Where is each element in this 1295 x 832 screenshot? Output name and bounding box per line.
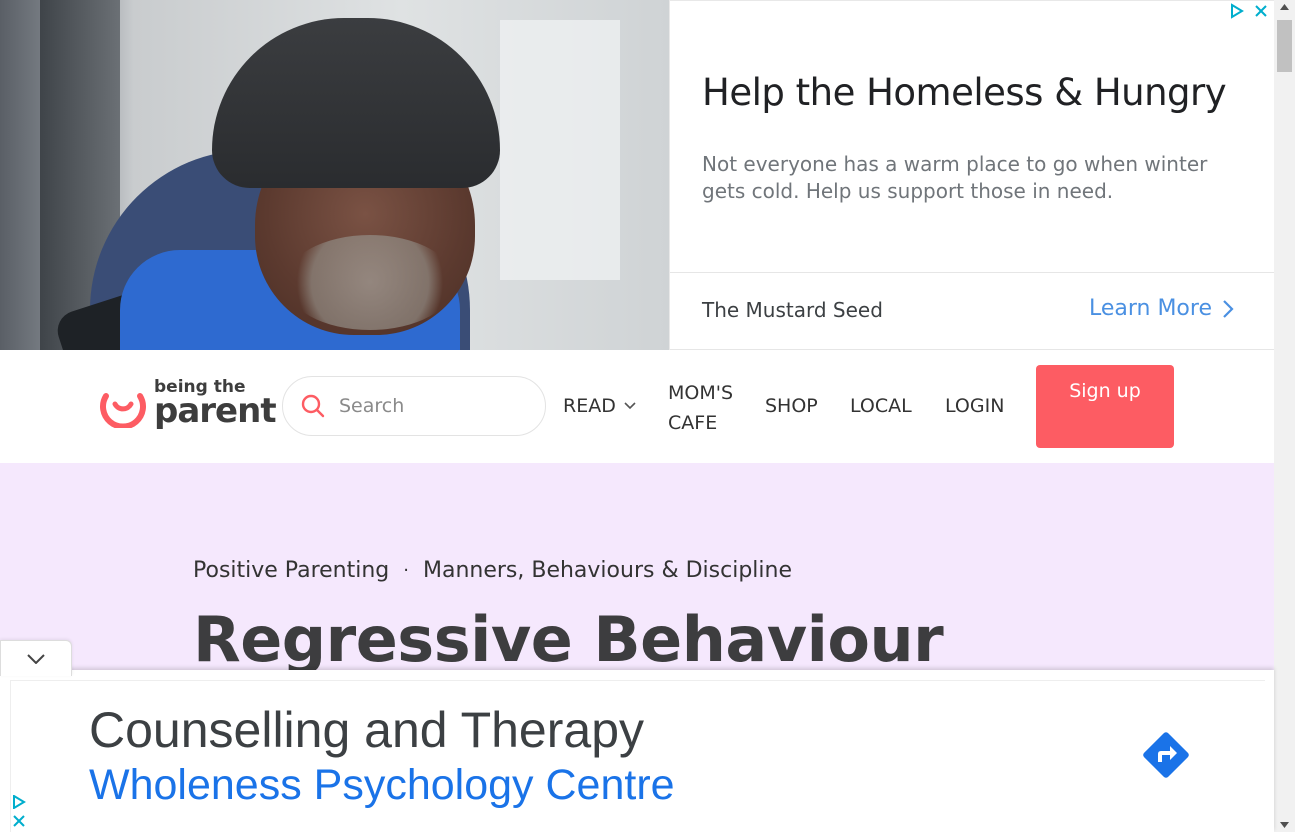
adchoices-icon[interactable] xyxy=(1230,3,1244,19)
nav-read-dropdown[interactable]: READ xyxy=(563,395,636,417)
ad-headline[interactable]: Help the Homeless & Hungry xyxy=(702,71,1227,114)
learn-more-button[interactable]: Learn More xyxy=(1089,296,1234,321)
adchoices-icon[interactable] xyxy=(12,795,26,809)
ad-photo[interactable] xyxy=(0,0,669,350)
nav-shop[interactable]: SHOP xyxy=(765,395,818,417)
bottom-ad-headline[interactable]: Counselling and Therapy xyxy=(89,701,644,759)
ad-photo-background xyxy=(500,20,620,280)
close-icon[interactable] xyxy=(12,814,26,828)
breadcrumb-separator: · xyxy=(403,560,409,581)
nav-login[interactable]: LOGIN xyxy=(945,395,1004,417)
chevron-down-icon xyxy=(624,402,636,410)
bottom-banner-ad[interactable]: Counselling and Therapy Wholeness Psycho… xyxy=(0,670,1274,832)
ad-photo-beard xyxy=(285,235,455,330)
collapse-ad-tab[interactable] xyxy=(0,640,72,676)
site-header: being the parent READ MOM'S CAFE SHOP LO… xyxy=(0,350,1274,463)
logo-text-big: parent xyxy=(154,390,277,431)
nav-moms-cafe[interactable]: MOM'S CAFE xyxy=(668,378,748,438)
ad-divider xyxy=(670,272,1275,273)
site-logo[interactable]: being the parent xyxy=(98,378,277,431)
nav-read-label: READ xyxy=(563,395,616,417)
breadcrumb-item[interactable]: Positive Parenting xyxy=(193,558,389,583)
page-scrollbar[interactable] xyxy=(1274,0,1295,832)
ad-advertiser[interactable]: The Mustard Seed xyxy=(702,298,883,322)
search-input[interactable] xyxy=(339,395,519,417)
chevron-down-icon xyxy=(27,653,45,664)
bottom-ad-content[interactable]: Counselling and Therapy Wholeness Psycho… xyxy=(10,680,1265,832)
ad-photo-beanie xyxy=(212,18,500,188)
search-icon xyxy=(301,394,325,418)
bottom-ad-advertiser-link[interactable]: Wholeness Psychology Centre xyxy=(89,761,675,810)
scroll-up-arrow-icon[interactable] xyxy=(1280,4,1289,10)
search-box[interactable] xyxy=(282,376,546,436)
close-icon[interactable] xyxy=(1254,4,1268,18)
article-hero: Positive Parenting · Manners, Behaviours… xyxy=(0,463,1274,678)
ad-body: Not everyone has a warm place to go when… xyxy=(702,152,1208,203)
top-banner-ad[interactable]: Help the Homeless & Hungry Not everyone … xyxy=(0,0,1275,350)
signup-button[interactable]: Sign up xyxy=(1036,365,1174,448)
breadcrumb: Positive Parenting · Manners, Behaviours… xyxy=(193,558,792,583)
logo-smile-icon xyxy=(100,393,146,428)
scroll-down-arrow-icon[interactable] xyxy=(1280,822,1289,828)
nav-local[interactable]: LOCAL xyxy=(850,395,912,417)
breadcrumb-item[interactable]: Manners, Behaviours & Discipline xyxy=(423,558,792,583)
chevron-right-icon xyxy=(1223,299,1234,318)
scroll-thumb[interactable] xyxy=(1277,20,1292,72)
learn-more-label: Learn More xyxy=(1088,296,1212,321)
ad-content[interactable]: Help the Homeless & Hungry Not everyone … xyxy=(669,0,1275,350)
page-title: Regressive Behaviour xyxy=(193,603,944,676)
directions-arrow-icon[interactable] xyxy=(1137,726,1195,784)
